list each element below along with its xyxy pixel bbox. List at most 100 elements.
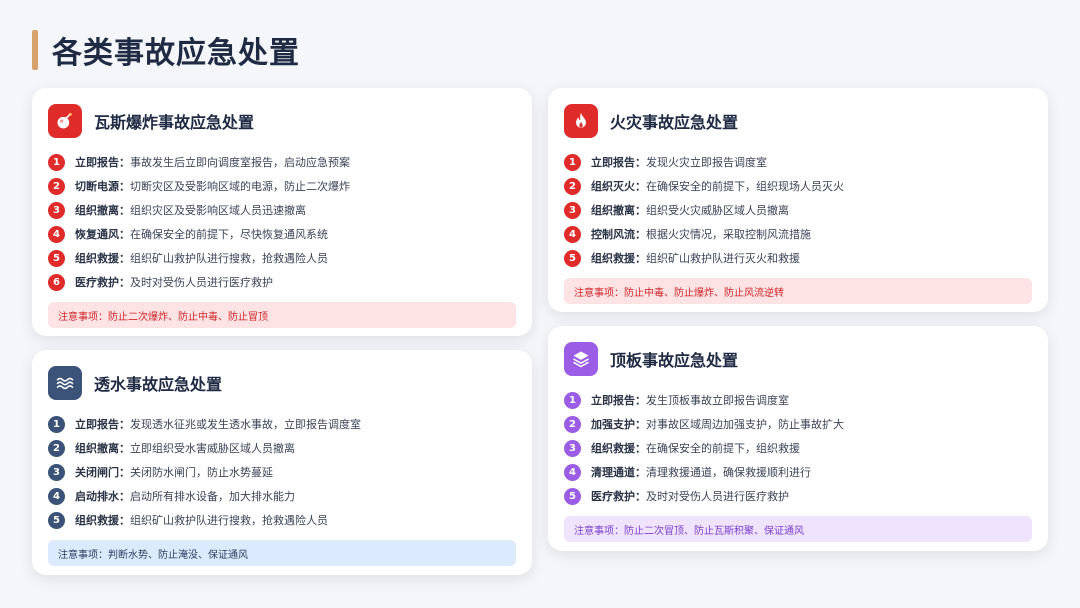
step-number: 4 bbox=[564, 463, 581, 481]
step-text: 对事故区域周边加强支护，防止事故扩大 bbox=[646, 418, 844, 431]
water-inrush-card: 透水事故应急处置 1 立即报告： 发现透水征兆或发生透水事故，立即报告调度室 2 组织… bbox=[32, 350, 532, 575]
card-title: 顶板事故应急处置 bbox=[610, 351, 739, 370]
step-label: 组织救援： bbox=[591, 252, 646, 265]
list-item: 4 清理通道： 清理救援通道，确保救援顺利进行 bbox=[564, 460, 1032, 484]
list-item: 1 立即报告： 发现透水征兆或发生透水事故，立即报告调度室 bbox=[48, 412, 516, 436]
page-header: 各类事故应急处置 bbox=[32, 28, 300, 72]
layers-icon bbox=[564, 342, 598, 376]
list-item: 5 医疗救护： 及时对受伤人员进行医疗救护 bbox=[564, 484, 1032, 508]
list-item: 5 组织救援： 组织矿山救护队进行搜救，抢救遇险人员 bbox=[48, 508, 516, 532]
list-item: 5 组织救援： 组织矿山救护队进行灭火和救援 bbox=[564, 246, 1032, 270]
step-number: 5 bbox=[48, 249, 65, 267]
step-label: 组织撤离： bbox=[591, 204, 646, 217]
list-item: 6 医疗救护： 及时对受伤人员进行医疗救护 bbox=[48, 270, 516, 294]
step-label: 组织撤离： bbox=[75, 442, 130, 455]
step-label: 立即报告： bbox=[75, 156, 130, 169]
step-number: 6 bbox=[48, 273, 65, 291]
step-label: 组织撤离： bbox=[75, 204, 130, 217]
title-accent-bar bbox=[32, 30, 38, 70]
step-text: 清理救援通道，确保救援顺利进行 bbox=[646, 466, 811, 479]
list-item: 3 组织救援： 在确保安全的前提下，组织救援 bbox=[564, 436, 1032, 460]
bomb-icon bbox=[48, 104, 82, 138]
step-number: 1 bbox=[48, 153, 65, 171]
step-number: 5 bbox=[564, 249, 581, 267]
step-text: 发现透水征兆或发生透水事故，立即报告调度室 bbox=[130, 418, 361, 431]
step-label: 关闭闸门： bbox=[75, 466, 130, 479]
notice-box: 注意事项：防止中毒、防止爆炸、防止风流逆转 bbox=[564, 278, 1032, 304]
step-text: 切断灾区及受影响区域的电源，防止二次爆炸 bbox=[130, 180, 350, 193]
list-item: 3 组织撤离： 组织灾区及受影响区域人员迅速撤离 bbox=[48, 198, 516, 222]
step-text: 及时对受伤人员进行医疗救护 bbox=[130, 276, 273, 289]
step-number: 2 bbox=[48, 439, 65, 457]
card-header: 瓦斯爆炸事故应急处置 bbox=[48, 104, 516, 138]
step-text: 立即组织受水害威胁区域人员撤离 bbox=[130, 442, 295, 455]
step-text: 发生顶板事故立即报告调度室 bbox=[646, 394, 789, 407]
step-text: 发现火灾立即报告调度室 bbox=[646, 156, 767, 169]
step-text: 事故发生后立即向调度室报告，启动应急预案 bbox=[130, 156, 350, 169]
step-text: 组织矿山救护队进行搜救，抢救遇险人员 bbox=[130, 514, 328, 527]
list-item: 5 组织救援： 组织矿山救护队进行搜救，抢救遇险人员 bbox=[48, 246, 516, 270]
step-label: 医疗救护： bbox=[591, 490, 646, 503]
list-item: 2 组织灭火： 在确保安全的前提下，组织现场人员灭火 bbox=[564, 174, 1032, 198]
step-number: 1 bbox=[48, 415, 65, 433]
list-item: 1 立即报告： 发生顶板事故立即报告调度室 bbox=[564, 388, 1032, 412]
step-number: 3 bbox=[48, 463, 65, 481]
step-number: 4 bbox=[564, 225, 581, 243]
step-number: 1 bbox=[564, 391, 581, 409]
notice-box: 注意事项：判断水势、防止淹没、保证通风 bbox=[48, 540, 516, 566]
water-waves-icon bbox=[48, 366, 82, 400]
list-item: 3 关闭闸门： 关闭防水闸门，防止水势蔓延 bbox=[48, 460, 516, 484]
steps-list: 1 立即报告： 事故发生后立即向调度室报告，启动应急预案 2 切断电源： 切断灾区及受影… bbox=[48, 150, 516, 294]
list-item: 3 组织撤离： 组织受火灾威胁区域人员撤离 bbox=[564, 198, 1032, 222]
step-number: 4 bbox=[48, 487, 65, 505]
list-item: 1 立即报告： 发现火灾立即报告调度室 bbox=[564, 150, 1032, 174]
step-number: 2 bbox=[48, 177, 65, 195]
step-label: 立即报告： bbox=[75, 418, 130, 431]
step-number: 1 bbox=[564, 153, 581, 171]
step-number: 2 bbox=[564, 177, 581, 195]
step-label: 立即报告： bbox=[591, 156, 646, 169]
step-text: 在确保安全的前提下，组织救援 bbox=[646, 442, 800, 455]
steps-list: 1 立即报告： 发生顶板事故立即报告调度室 2 加强支护： 对事故区域周边加强支护，防止… bbox=[564, 388, 1032, 508]
notice-box: 注意事项：防止二次冒顶、防止瓦斯积聚、保证通风 bbox=[564, 516, 1032, 542]
list-item: 1 立即报告： 事故发生后立即向调度室报告，启动应急预案 bbox=[48, 150, 516, 174]
card-title: 火灾事故应急处置 bbox=[610, 113, 739, 132]
page-title: 各类事故应急处置 bbox=[52, 36, 300, 71]
list-item: 2 切断电源： 切断灾区及受影响区域的电源，防止二次爆炸 bbox=[48, 174, 516, 198]
step-text: 启动所有排水设备，加大排水能力 bbox=[130, 490, 295, 503]
card-header: 火灾事故应急处置 bbox=[564, 104, 1032, 138]
step-number: 3 bbox=[564, 439, 581, 457]
steps-list: 1 立即报告： 发现透水征兆或发生透水事故，立即报告调度室 2 组织撤离： 立即组织受水… bbox=[48, 412, 516, 532]
step-text: 组织矿山救护队进行灭火和救援 bbox=[646, 252, 800, 265]
step-number: 4 bbox=[48, 225, 65, 243]
step-label: 切断电源： bbox=[75, 180, 130, 193]
step-text: 组织灾区及受影响区域人员迅速撤离 bbox=[130, 204, 306, 217]
fire-icon bbox=[564, 104, 598, 138]
step-number: 2 bbox=[564, 415, 581, 433]
step-label: 启动排水： bbox=[75, 490, 130, 503]
step-label: 恢复通风： bbox=[75, 228, 130, 241]
step-label: 加强支护： bbox=[591, 418, 646, 431]
step-number: 3 bbox=[48, 201, 65, 219]
step-label: 组织救援： bbox=[75, 252, 130, 265]
card-title: 透水事故应急处置 bbox=[94, 375, 223, 394]
step-label: 组织救援： bbox=[75, 514, 130, 527]
step-number: 3 bbox=[564, 201, 581, 219]
step-text: 组织矿山救护队进行搜救，抢救遇险人员 bbox=[130, 252, 328, 265]
fire-card: 火灾事故应急处置 1 立即报告： 发现火灾立即报告调度室 2 组织灭火： 在确保安全的前… bbox=[548, 88, 1048, 312]
step-label: 组织灭火： bbox=[591, 180, 646, 193]
card-header: 透水事故应急处置 bbox=[48, 366, 516, 400]
step-label: 控制风流： bbox=[591, 228, 646, 241]
list-item: 2 加强支护： 对事故区域周边加强支护，防止事故扩大 bbox=[564, 412, 1032, 436]
step-text: 根据火灾情况，采取控制风流措施 bbox=[646, 228, 811, 241]
step-label: 医疗救护： bbox=[75, 276, 130, 289]
step-number: 5 bbox=[564, 487, 581, 505]
step-label: 立即报告： bbox=[591, 394, 646, 407]
roof-fall-card: 顶板事故应急处置 1 立即报告： 发生顶板事故立即报告调度室 2 加强支护： 对事故区域… bbox=[548, 326, 1048, 551]
steps-list: 1 立即报告： 发现火灾立即报告调度室 2 组织灭火： 在确保安全的前提下，组织现场人员… bbox=[564, 150, 1032, 270]
step-text: 组织受火灾威胁区域人员撤离 bbox=[646, 204, 789, 217]
list-item: 2 组织撤离： 立即组织受水害威胁区域人员撤离 bbox=[48, 436, 516, 460]
step-label: 组织救援： bbox=[591, 442, 646, 455]
card-title: 瓦斯爆炸事故应急处置 bbox=[94, 113, 255, 132]
step-text: 在确保安全的前提下，尽快恢复通风系统 bbox=[130, 228, 328, 241]
